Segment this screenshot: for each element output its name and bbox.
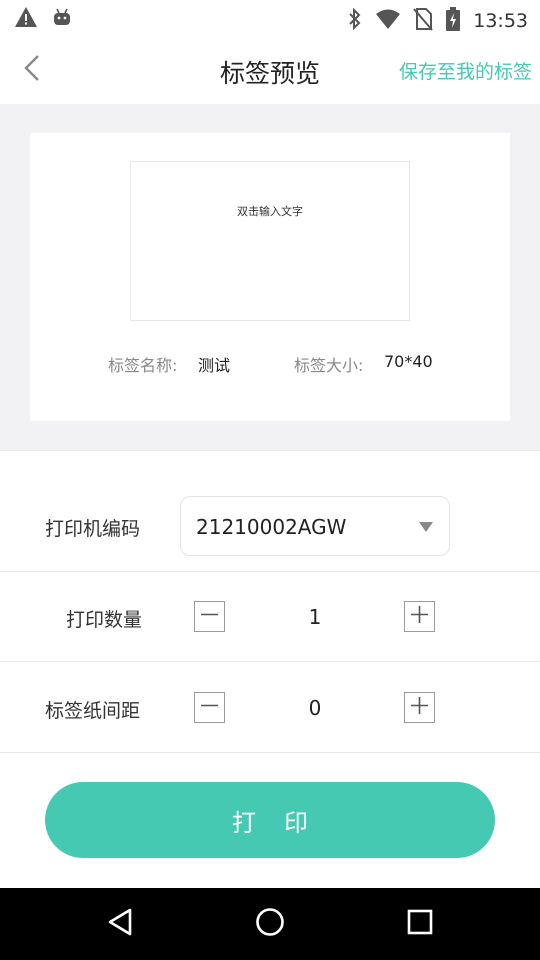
dropdown-arrow-icon bbox=[419, 522, 433, 532]
print-count-increment-button[interactable] bbox=[404, 601, 435, 632]
status-time: 13:53 bbox=[473, 10, 528, 32]
top-nav-bar: 标签预览 保存至我的标签 bbox=[0, 36, 540, 104]
printer-code-label: 打印机编码 bbox=[45, 518, 141, 540]
recents-icon bbox=[407, 909, 433, 939]
system-recents-button[interactable] bbox=[402, 906, 438, 942]
print-count-label: 打印数量 bbox=[66, 609, 143, 631]
battery-charging-icon bbox=[445, 6, 461, 36]
label-gap-decrement-button[interactable] bbox=[194, 692, 225, 723]
save-to-my-labels-link[interactable]: 保存至我的标签 bbox=[399, 57, 532, 84]
label-canvas-text[interactable]: 双击输入文字 bbox=[131, 203, 409, 219]
print-count-decrement-button[interactable] bbox=[194, 601, 225, 632]
label-canvas[interactable]: 双击输入文字 bbox=[130, 161, 410, 321]
chevron-left-icon bbox=[22, 53, 42, 87]
printer-code-value: 21210002AGW bbox=[196, 515, 347, 539]
label-name-label: 标签名称: bbox=[108, 356, 178, 375]
divider bbox=[0, 571, 540, 572]
divider bbox=[0, 752, 540, 753]
system-home-button[interactable] bbox=[252, 906, 288, 942]
system-back-button[interactable] bbox=[102, 906, 138, 942]
warning-icon bbox=[14, 6, 38, 32]
divider bbox=[0, 450, 540, 451]
status-bar: 13:53 bbox=[0, 0, 540, 36]
print-count-value: 1 bbox=[308, 605, 322, 629]
label-name-value: 测试 bbox=[198, 356, 231, 375]
preview-card: 双击输入文字 标签名称: 测试 标签大小: 70*40 bbox=[30, 133, 510, 421]
minus-icon bbox=[200, 605, 219, 628]
label-preview-area: 双击输入文字 标签名称: 测试 标签大小: 70*40 bbox=[0, 104, 540, 450]
back-icon bbox=[107, 908, 133, 940]
minus-icon bbox=[200, 696, 219, 719]
android-icon bbox=[52, 7, 72, 31]
printer-code-select[interactable]: 21210002AGW bbox=[180, 496, 450, 556]
plus-icon bbox=[410, 696, 429, 719]
label-size-value: 70*40 bbox=[384, 352, 433, 371]
print-button[interactable]: 打印 bbox=[45, 782, 495, 858]
label-size-label: 标签大小: bbox=[294, 356, 364, 375]
no-sim-icon bbox=[413, 7, 433, 35]
label-gap-value: 0 bbox=[308, 696, 322, 720]
back-button[interactable] bbox=[12, 50, 52, 90]
divider bbox=[0, 661, 540, 662]
home-icon bbox=[255, 907, 285, 941]
wifi-icon bbox=[375, 8, 401, 34]
plus-icon bbox=[410, 605, 429, 628]
print-button-label: 打印 bbox=[232, 808, 336, 837]
label-gap-label: 标签纸间距 bbox=[45, 700, 141, 722]
label-gap-increment-button[interactable] bbox=[404, 692, 435, 723]
system-nav-bar bbox=[0, 888, 540, 960]
bluetooth-icon bbox=[347, 7, 363, 35]
